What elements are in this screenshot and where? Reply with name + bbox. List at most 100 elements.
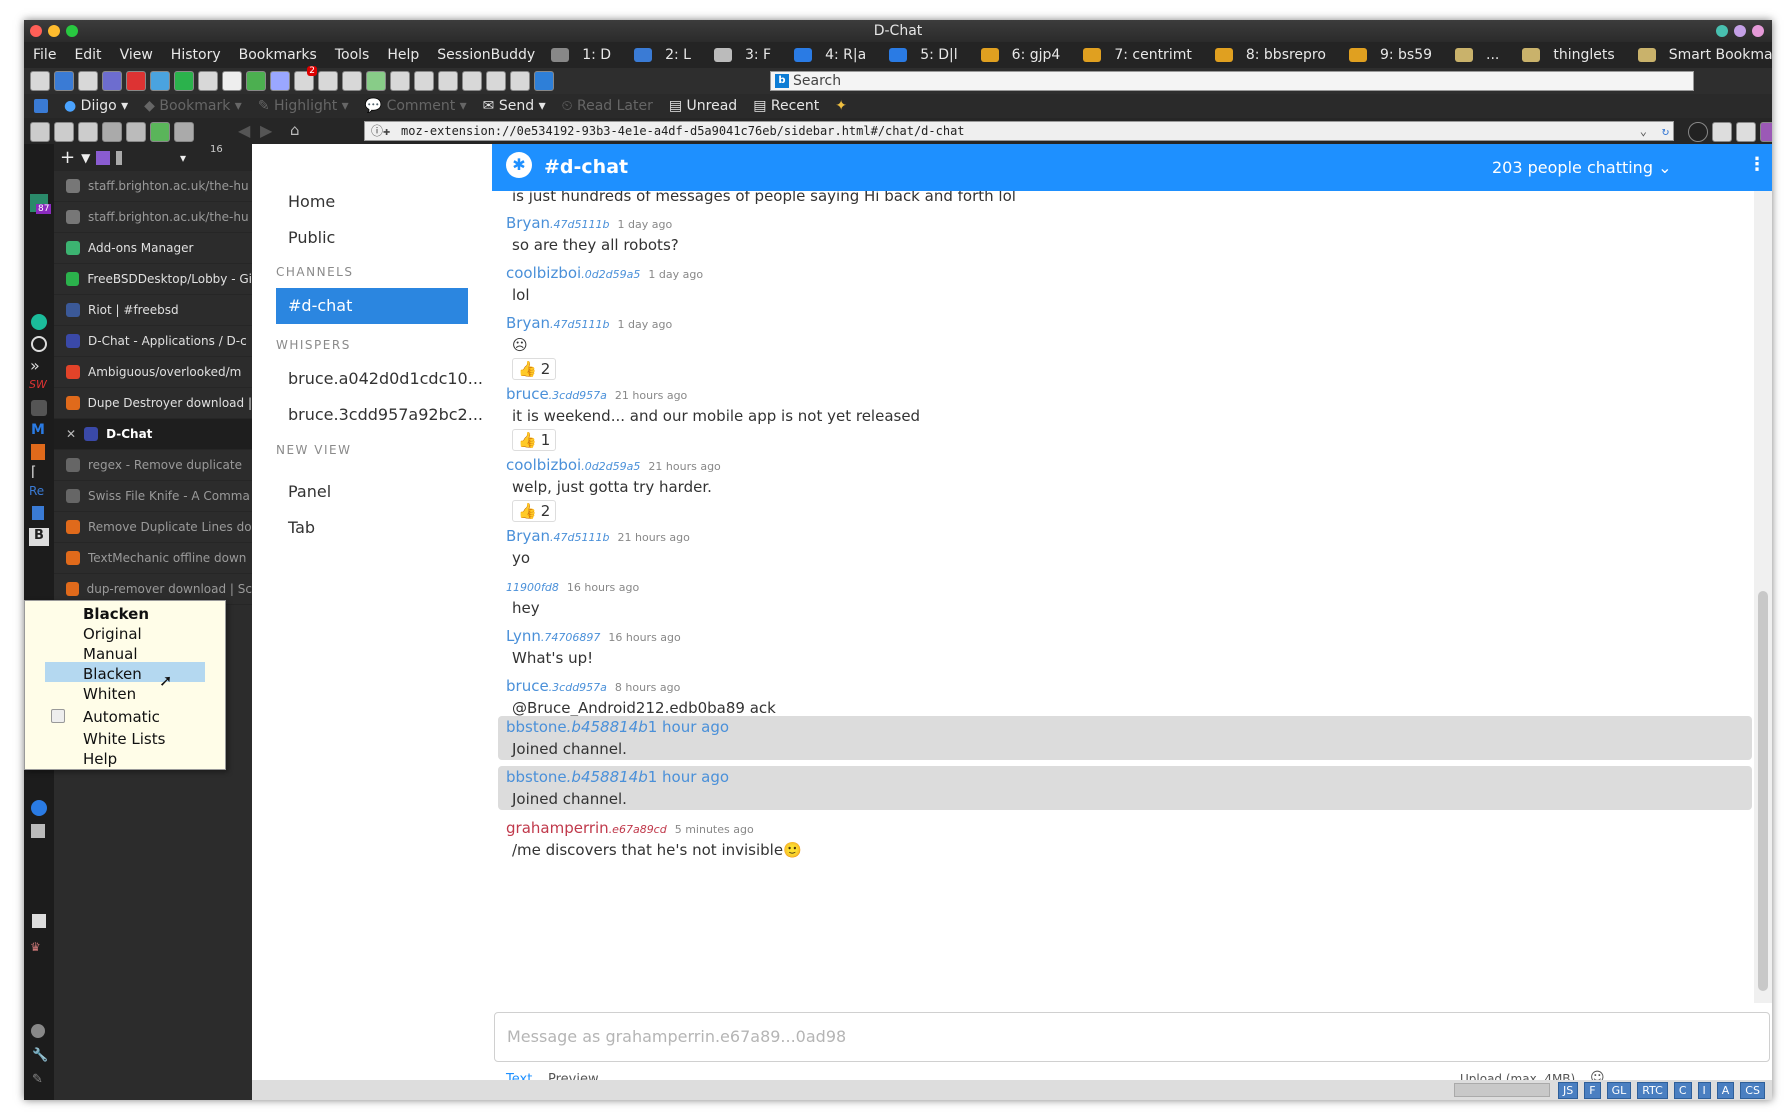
bookmark-item[interactable]: 2: L <box>627 47 707 63</box>
status-toggle[interactable]: C <box>1673 1082 1692 1099</box>
bookmark-item[interactable]: 9: bs59 <box>1342 47 1448 63</box>
status-toggle[interactable]: RTC <box>1637 1082 1668 1099</box>
tab-menu-button[interactable]: ▼ <box>81 151 90 165</box>
more-menu-icon[interactable]: ⋮ <box>1748 154 1766 175</box>
message-author[interactable]: bbstone.b458814b <box>506 718 648 736</box>
diigo-comment-button[interactable]: 💬 Comment ▾ <box>365 98 467 114</box>
nav-home[interactable]: Home <box>288 192 335 211</box>
bracket-icon[interactable]: ⌈ <box>31 464 36 480</box>
message-author[interactable]: bruce.3cdd957a <box>506 385 607 403</box>
tab-item[interactable]: Swiss File Knife - A Comma <box>54 481 252 512</box>
toolbar-button[interactable] <box>342 71 362 91</box>
bookmark-item[interactable]: thinglets <box>1515 47 1630 63</box>
shield-icon[interactable] <box>31 400 47 416</box>
diigo-recent-button[interactable]: ▤ Recent <box>753 98 819 114</box>
tab-item[interactable]: Ambiguous/overlooked/m <box>54 357 252 388</box>
message-author[interactable]: bruce.3cdd957a <box>506 677 607 695</box>
menu-edit[interactable]: Edit <box>65 47 110 63</box>
scrollbar-thumb[interactable] <box>1758 591 1768 991</box>
tab-item[interactable]: TextMechanic offline down <box>54 543 252 574</box>
robot-icon[interactable] <box>31 824 45 838</box>
bookmark-item[interactable]: 4: R|a <box>787 47 882 63</box>
diigo-read-later-button[interactable]: ⏲ Read Later <box>562 98 653 114</box>
status-toggle[interactable]: JS <box>1558 1082 1579 1099</box>
status-toggle[interactable]: A <box>1716 1082 1735 1099</box>
nav-tab[interactable]: Tab <box>288 518 315 537</box>
message-author[interactable]: Bryan.47d5111b <box>506 527 610 545</box>
forward-icon[interactable]: ▶ <box>260 121 272 140</box>
diigo-highlight-button[interactable]: ✎ Highlight ▾ <box>258 98 349 114</box>
dchat-icon[interactable] <box>31 336 47 352</box>
toolbar-button[interactable] <box>438 71 458 91</box>
nav-panel[interactable]: Panel <box>288 482 331 501</box>
whisper-item[interactable]: bruce.a042d0d1cdc10... <box>288 369 483 388</box>
menu-item-white-lists[interactable]: White Lists <box>83 730 165 748</box>
info-icon[interactable] <box>31 1024 45 1038</box>
menu-item-automatic[interactable]: Automatic <box>83 708 160 726</box>
menu-view[interactable]: View <box>111 47 162 63</box>
toolbar-button-badge[interactable]: 2 <box>294 66 317 91</box>
re-icon[interactable]: Re <box>29 484 44 498</box>
toolbar-button[interactable] <box>510 71 530 91</box>
bookmark-item[interactable]: 8: bbsrepro <box>1208 47 1342 63</box>
channel-d-chat[interactable]: #d-chat <box>276 288 468 324</box>
toolbar-button[interactable] <box>222 71 242 91</box>
dropdown-arrow-icon[interactable]: ⌄ <box>1640 122 1647 140</box>
blacken-icon[interactable]: B <box>29 528 49 546</box>
status-toggle[interactable]: I <box>1697 1082 1711 1099</box>
toolbar-button[interactable] <box>270 71 290 91</box>
toolbar-button[interactable] <box>150 122 170 142</box>
tab-item[interactable]: FreeBSDDesktop/Lobby - Gi <box>54 264 252 295</box>
reaction-button[interactable]: 👍 1 <box>512 429 557 451</box>
close-window-button[interactable] <box>30 25 42 37</box>
sparkle-icon[interactable]: ✦ <box>835 98 847 114</box>
toolbar-button[interactable] <box>174 122 194 142</box>
menu-history[interactable]: History <box>162 47 230 63</box>
wrench-icon[interactable]: 🔧 <box>32 1048 48 1063</box>
tab-item[interactable]: ✕ D-Chat <box>54 419 252 450</box>
whisper-item[interactable]: bruce.3cdd957a92bc2... <box>288 405 483 424</box>
bar-icon[interactable] <box>116 150 123 165</box>
message-author[interactable]: coolbizboi.0d2d59a5 <box>506 264 640 282</box>
s-icon[interactable] <box>32 914 46 928</box>
menu-file[interactable]: File <box>24 47 65 63</box>
status-toggle[interactable]: GL <box>1606 1082 1632 1099</box>
menu-help[interactable]: Help <box>378 47 428 63</box>
page-info-icon[interactable]: ⓘ✚ <box>371 122 390 140</box>
status-toggle[interactable]: F <box>1584 1082 1601 1099</box>
home-icon[interactable]: ⌂ <box>290 121 300 139</box>
toolbar-button[interactable] <box>174 71 194 91</box>
diigo-unread-button[interactable]: ▤ Unread <box>669 98 737 114</box>
toolbar-button[interactable] <box>54 122 74 142</box>
menu-item-manual[interactable]: Manual <box>83 645 138 663</box>
toolbar-button[interactable] <box>486 71 506 91</box>
bookmark-item[interactable]: 5: D|l <box>882 47 973 63</box>
toolbar-button[interactable] <box>102 122 122 142</box>
toolbar-button[interactable] <box>198 71 218 91</box>
message-author[interactable]: coolbizboi.0d2d59a5 <box>506 456 640 474</box>
bookmark-item[interactable]: Smart Bookmarks <box>1631 47 1772 63</box>
toolbar-button[interactable] <box>1688 122 1708 142</box>
trash-icon[interactable] <box>31 444 45 460</box>
message-input[interactable] <box>507 1027 1757 1046</box>
star-icon[interactable] <box>1712 122 1732 142</box>
message-author[interactable]: Bryan.47d5111b <box>506 214 610 232</box>
menu-item-whiten[interactable]: Whiten <box>83 685 136 703</box>
bookmark-item[interactable]: 7: centrimt <box>1076 47 1208 63</box>
bookmark-item[interactable]: ... <box>1448 47 1515 63</box>
toolbar-button[interactable] <box>126 71 146 91</box>
hat-icon[interactable]: ♛ <box>30 940 41 954</box>
people-chatting-toggle[interactable]: 203 people chatting ⌄ <box>1492 158 1671 177</box>
reaction-button[interactable]: 👍 2 <box>512 358 557 380</box>
globe-icon[interactable] <box>31 800 47 816</box>
minimize-window-button[interactable] <box>48 25 60 37</box>
message-author[interactable]: 11900fd8 <box>506 577 559 595</box>
menu-item-help[interactable]: Help <box>83 750 117 768</box>
bookmark-item[interactable]: 1: D <box>544 47 627 63</box>
tab-item[interactable]: Riot | #freebsd <box>54 295 252 326</box>
collapse-button[interactable]: ▾ <box>180 151 186 165</box>
tab-item[interactable]: Remove Duplicate Lines do <box>54 512 252 543</box>
toolbar-button[interactable] <box>318 71 338 91</box>
new-tab-button[interactable]: + <box>60 147 75 168</box>
sw-icon[interactable]: SW <box>29 378 47 391</box>
